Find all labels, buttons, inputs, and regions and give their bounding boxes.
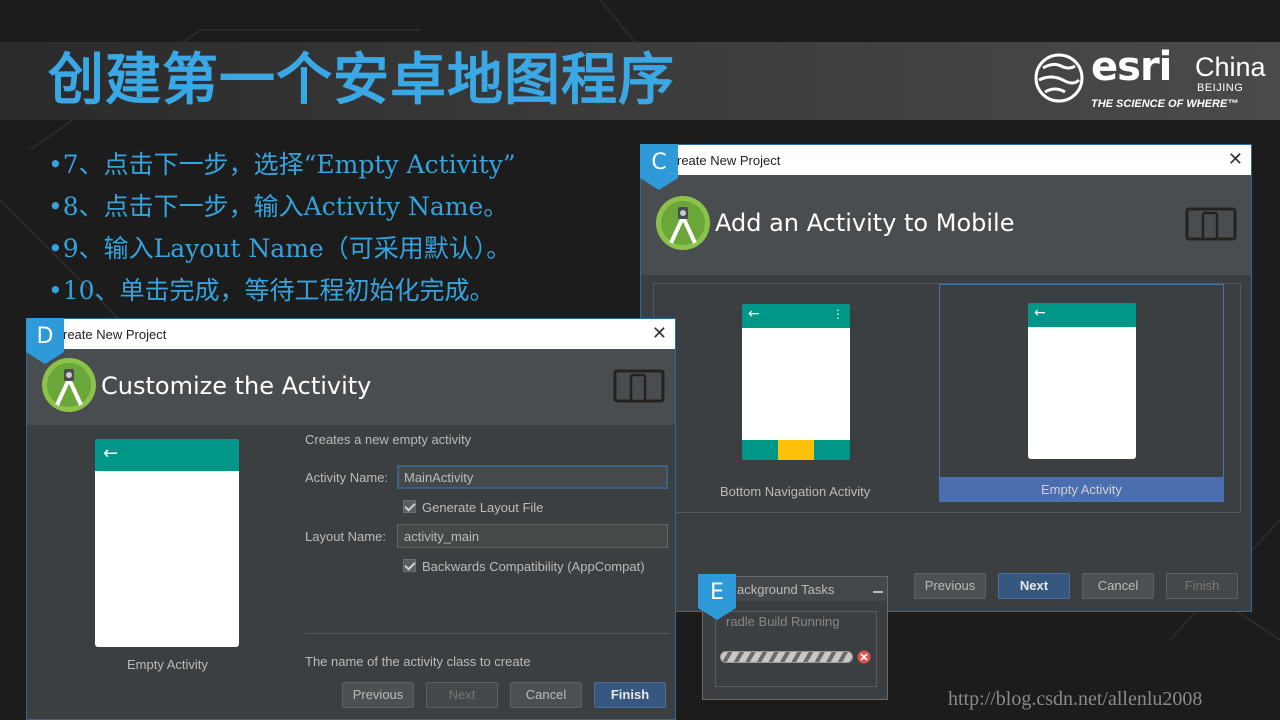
activity-name-label: Activity Name: [305, 470, 389, 485]
template-label: Bottom Navigation Activity [720, 484, 871, 499]
bullet-item: •9、输入Layout Name（可采用默认）。 [48, 234, 512, 263]
window-title: reate New Project [63, 327, 167, 342]
template-preview: ← ⋮ [742, 304, 850, 460]
bullet-item: •7、点击下一步，选择“Empty Activity” [48, 150, 516, 179]
previous-button[interactable]: Previous [342, 682, 414, 708]
window-title: reate New Project [677, 153, 781, 168]
device-icon [1185, 207, 1237, 241]
close-icon[interactable]: ✕ [1228, 148, 1243, 170]
back-arrow-icon: ← [748, 306, 760, 322]
android-studio-icon [42, 358, 96, 412]
cancel-button[interactable]: Cancel [1082, 573, 1154, 599]
step-badge-d: D [26, 318, 64, 364]
step-badge-c: C [640, 144, 678, 190]
field-hint: The name of the activity class to create [305, 654, 531, 669]
back-arrow-icon: ← [103, 443, 119, 464]
backwards-compat-checkbox[interactable] [403, 559, 416, 572]
layout-name-label: Layout Name: [305, 529, 386, 544]
watermark: http://blog.csdn.net/allenlu2008 [948, 688, 1203, 710]
window-titlebar: reate New Project ✕ [641, 145, 1251, 175]
template-gallery: ← ⋮ Bottom Navigation Activity ← Empty A… [653, 283, 1241, 513]
android-studio-icon [656, 196, 710, 250]
task-label: radle Build Running [726, 614, 840, 629]
backwards-compat-label: Backwards Compatibility (AppCompat) [422, 559, 645, 574]
dialog-header-title: Add an Activity to Mobile [715, 209, 1015, 237]
generate-layout-checkbox[interactable] [403, 500, 416, 513]
template-preview: ← [1028, 303, 1136, 459]
esri-tagline: THE SCIENCE OF WHERE™ [1091, 98, 1239, 110]
window-titlebar: reate New Project ✕ [27, 319, 675, 349]
finish-button[interactable]: Finish [1166, 573, 1238, 599]
activity-description: Creates a new empty activity [305, 432, 472, 447]
template-bottom-navigation[interactable]: ← ⋮ Bottom Navigation Activity [654, 284, 938, 502]
minimize-icon[interactable] [873, 591, 883, 593]
dialog-customize-activity: reate New Project ✕ Customize the Activi… [26, 318, 676, 720]
bullet-item: •10、单击完成，等待工程初始化完成。 [48, 276, 495, 305]
bullet-list: •7、点击下一步，选择“Empty Activity” •8、点击下一步，输入A… [48, 144, 516, 312]
template-empty-activity[interactable]: ← Empty Activity [939, 284, 1224, 502]
esri-logo: esri China BEIJING THE SCIENCE OF WHERE™ [1033, 44, 1273, 114]
esri-region: China [1195, 52, 1266, 82]
dialog-header-title: Customize the Activity [101, 372, 372, 400]
dialog-header: Add an Activity to Mobile [641, 175, 1251, 275]
esri-city: BEIJING [1197, 82, 1244, 94]
cancel-button[interactable]: Cancel [510, 682, 582, 708]
template-label: Empty Activity [1041, 482, 1122, 497]
activity-name-input[interactable]: MainActivity [397, 465, 668, 489]
next-button[interactable]: Next [998, 573, 1070, 599]
close-icon[interactable]: ✕ [652, 322, 667, 344]
window-title: ackground Tasks [737, 582, 835, 597]
dialog-header: Customize the Activity [27, 349, 675, 425]
generate-layout-label: Generate Layout File [422, 500, 544, 515]
next-button[interactable]: Next [426, 682, 498, 708]
back-arrow-icon: ← [1034, 305, 1046, 321]
finish-button[interactable]: Finish [594, 682, 666, 708]
slide-title: 创建第一个安卓地图程序 [48, 48, 675, 113]
layout-name-input[interactable]: activity_main [397, 524, 668, 548]
previous-button[interactable]: Previous [914, 573, 986, 599]
dialog-add-activity: reate New Project ✕ Add an Activity to M… [640, 144, 1252, 612]
overflow-menu-icon: ⋮ [832, 307, 844, 321]
bottom-navigation-bar [742, 440, 850, 460]
task-progress-bar [720, 651, 853, 663]
divider [305, 633, 669, 634]
bullet-item: •8、点击下一步，输入Activity Name。 [48, 192, 509, 221]
preview-label: Empty Activity [127, 657, 208, 672]
task-panel: radle Build Running [715, 611, 877, 687]
step-badge-e: E [698, 574, 736, 620]
globe-icon [1034, 53, 1084, 103]
activity-preview: ← [95, 439, 239, 647]
cancel-task-icon[interactable] [857, 650, 871, 664]
device-icon [613, 369, 665, 403]
esri-wordmark: esri [1091, 44, 1172, 90]
